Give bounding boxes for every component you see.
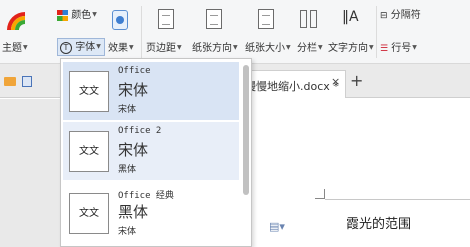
chevron-down-icon: ▼ xyxy=(233,44,238,51)
text-direction-icon[interactable]: ‖A xyxy=(342,9,359,25)
font-option-name: Office xyxy=(118,66,151,76)
orientation-label: 纸张方向 xyxy=(192,43,232,54)
effect-icon[interactable] xyxy=(112,10,128,30)
chevron-down-icon: ▼ xyxy=(412,44,417,51)
color-button[interactable]: 颜色▼ xyxy=(57,9,97,22)
font-option-heading: 宋体 xyxy=(118,81,149,99)
ribbon-separator xyxy=(376,6,377,58)
paper-size-icon[interactable] xyxy=(258,9,274,29)
font-label: 字体 xyxy=(75,42,96,53)
chevron-down-icon: ▼ xyxy=(369,44,374,51)
line-number-button[interactable]: ☰ 行号▼ xyxy=(380,42,417,55)
theme-label: 主题 xyxy=(2,43,22,54)
break-label: 分隔符 xyxy=(390,10,421,21)
break-button[interactable]: ⊟ 分隔符 xyxy=(380,10,421,22)
orientation-button[interactable]: 纸张方向▼ xyxy=(192,42,238,55)
margins-button[interactable]: 页边距▼ xyxy=(146,42,182,55)
font-button[interactable]: T 字体▼ xyxy=(57,38,105,56)
chevron-down-icon: ▼ xyxy=(318,44,323,51)
font-option-name: Office 经典 xyxy=(118,191,174,201)
font-option-body: 黑体 xyxy=(118,165,137,175)
document-tab-title: 慢慢地缩小.docx * xyxy=(245,80,339,93)
theme-button[interactable]: 主题▼ xyxy=(2,42,28,55)
columns-button[interactable]: 分栏▼ xyxy=(297,42,323,55)
chevron-down-icon: ▼ xyxy=(177,44,182,51)
theme-font-dropdown: 文文 Office 宋体 宋体 文文 Office 2 宋体 黑体 文文 Off… xyxy=(60,58,252,247)
font-option-office-2[interactable]: 文文 Office 2 宋体 黑体 xyxy=(63,122,239,180)
paper-size-button[interactable]: 纸张大小▼ xyxy=(245,42,291,55)
color-grid-icon xyxy=(57,9,68,21)
chevron-down-icon: ▼ xyxy=(92,11,97,18)
effect-label: 效果 xyxy=(108,43,128,54)
font-preview-box: 文文 xyxy=(69,193,109,234)
chevron-down-icon: ▼ xyxy=(129,44,134,51)
paper-size-label: 纸张大小 xyxy=(245,43,285,54)
margins-label: 页边距 xyxy=(146,43,176,54)
font-t-icon: T xyxy=(60,42,72,54)
orientation-icon[interactable] xyxy=(206,9,222,29)
text-direction-button[interactable]: 文字方向▼ xyxy=(328,42,374,55)
font-option-name: Office 2 xyxy=(118,126,162,136)
font-option-body: 宋体 xyxy=(118,227,137,237)
font-option-office[interactable]: 文文 Office 宋体 宋体 xyxy=(63,62,239,120)
chevron-down-icon: ▼ xyxy=(23,44,28,51)
new-tab-icon[interactable]: + xyxy=(350,71,363,90)
line-number-icon: ☰ xyxy=(380,44,389,54)
font-option-body: 宋体 xyxy=(118,105,137,115)
margins-icon[interactable] xyxy=(158,9,174,29)
ribbon-separator xyxy=(141,6,142,58)
effect-button[interactable]: 效果▼ xyxy=(108,42,134,55)
font-option-heading: 宋体 xyxy=(118,141,149,159)
font-preview-box: 文文 xyxy=(69,131,109,172)
close-tab-icon[interactable]: × xyxy=(331,75,340,88)
paste-options-icon[interactable]: ▤▾ xyxy=(269,220,285,233)
chevron-down-icon: ▼ xyxy=(286,44,291,51)
margin-guide-line xyxy=(325,199,470,200)
font-preview-box: 文文 xyxy=(69,71,109,112)
break-icon: ⊟ xyxy=(380,11,388,21)
font-option-office-classic[interactable]: 文文 Office 经典 黑体 宋体 xyxy=(63,184,239,242)
margin-corner-mark xyxy=(315,189,325,199)
color-label: 颜色 xyxy=(71,10,92,21)
open-folder-icon[interactable] xyxy=(4,77,16,86)
text-direction-label: 文字方向 xyxy=(328,43,368,54)
columns-icon[interactable] xyxy=(300,10,318,28)
columns-label: 分栏 xyxy=(297,43,317,54)
dropdown-scrollbar[interactable] xyxy=(243,65,249,195)
chevron-down-icon: ▼ xyxy=(96,43,101,50)
save-icon[interactable] xyxy=(22,76,32,87)
ribbon-toolbar: 主题▼ 颜色▼ T 字体▼ 效果▼ 页边距▼ 纸张方向▼ 纸张大小▼ 分栏▼ ‖… xyxy=(0,0,470,64)
theme-icon[interactable] xyxy=(5,10,27,32)
line-number-label: 行号 xyxy=(391,43,412,54)
document-text[interactable]: 霞光的范围 xyxy=(346,213,411,232)
font-option-heading: 黑体 xyxy=(118,203,149,221)
